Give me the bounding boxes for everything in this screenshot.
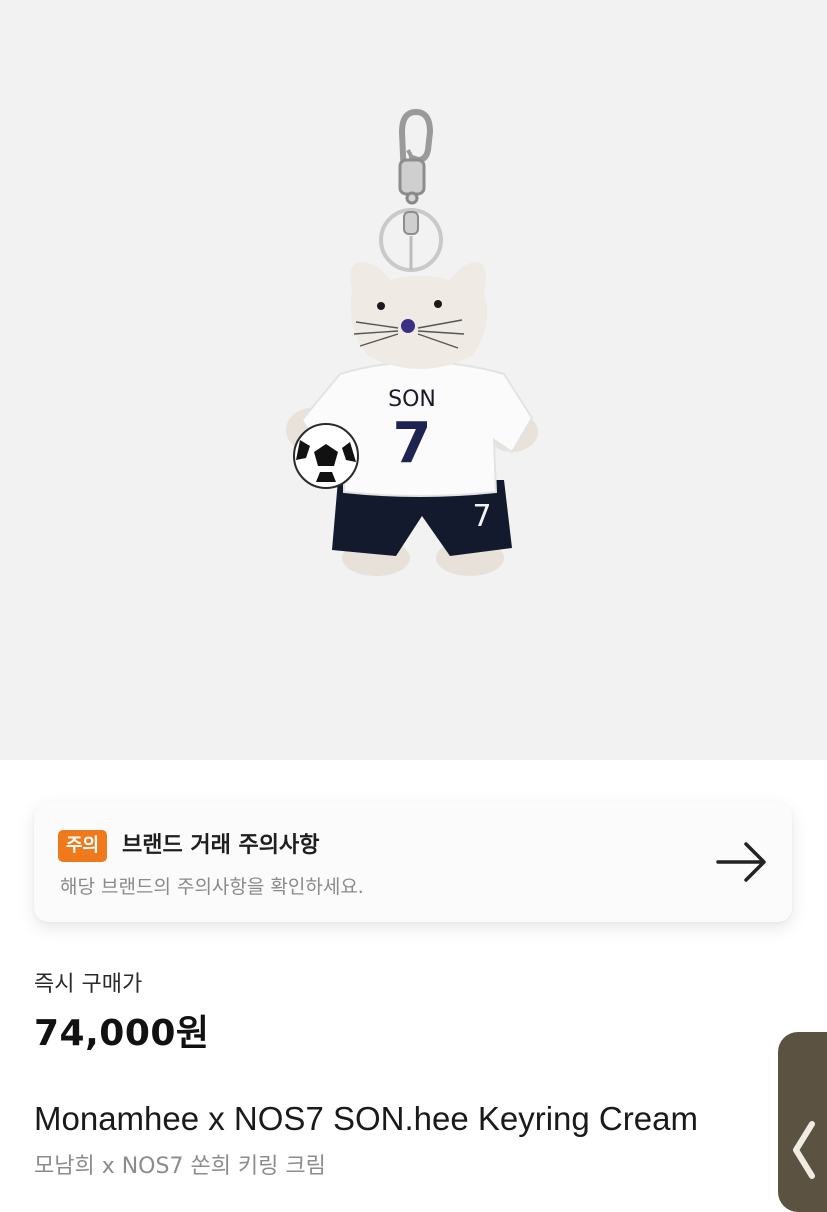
product-name-ko: 모남희 x NOS7 쏜희 키링 크림: [34, 1154, 326, 1179]
chevron-left-icon: [793, 1121, 815, 1179]
side-tab-handle[interactable]: [778, 1032, 827, 1212]
keyring-clasp: [379, 108, 443, 272]
jersey-name-text: SON: [388, 387, 436, 412]
notice-badge: 주의: [58, 830, 108, 862]
jersey-number-text: 7: [393, 411, 432, 476]
product-name-en: Monamhee x NOS7 SON.hee Keyring Cream: [34, 1100, 698, 1137]
brand-notice-card[interactable]: 주의 브랜드 거래 주의사항 해당 브랜드의 주의사항을 확인하세요.: [34, 802, 792, 922]
price-value: 74,000원: [34, 1013, 210, 1054]
product-image[interactable]: SON 7 7: [0, 0, 827, 760]
price-label: 즉시 구매가: [34, 972, 143, 997]
notice-description: 해당 브랜드의 주의사항을 확인하세요.: [60, 876, 364, 898]
shorts-number-text: 7: [472, 499, 491, 534]
keyring-plush-illustration: SON 7 7: [286, 108, 538, 576]
soccer-ball: [293, 423, 359, 489]
arrow-right-icon[interactable]: [716, 840, 768, 884]
notice-title: 브랜드 거래 주의사항: [122, 833, 320, 858]
